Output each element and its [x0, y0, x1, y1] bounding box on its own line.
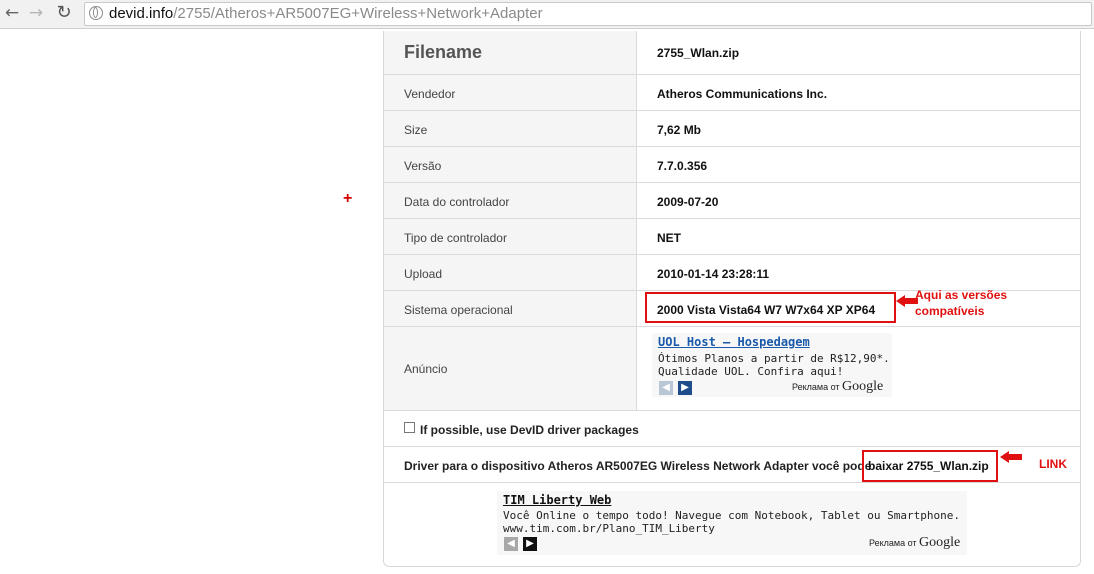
google-logo: Google: [919, 535, 961, 550]
chevron-right-icon[interactable]: ▶: [523, 537, 537, 551]
back-icon[interactable]: ←: [2, 3, 22, 23]
bottom-ad-unit[interactable]: TIM Liberty Web Você Online o tempo todo…: [497, 491, 967, 555]
row-label: Filename: [404, 42, 483, 62]
table-row: Size 7,62 Mb: [384, 111, 1080, 147]
ad-line: Qualidade UOL. Confira aqui!: [658, 365, 844, 378]
forward-icon[interactable]: →: [26, 3, 46, 23]
table-row: Upload 2010-01-14 23:28:11: [384, 255, 1080, 291]
ad-line: Você Online o tempo todo! Navegue com No…: [503, 509, 960, 522]
address-bar[interactable]: devid.info/2755/Atheros+AR5007EG+Wireles…: [84, 2, 1092, 26]
row-value: NET: [657, 231, 681, 245]
row-value: 2010-01-14 23:28:11: [657, 267, 770, 281]
table-row: Versão 7.7.0.356: [384, 147, 1080, 183]
versions-note: Aqui as versões compatíveis: [915, 288, 1008, 318]
google-logo: Google: [842, 379, 884, 394]
ad-title-link[interactable]: UOL Host – Hospedagem: [658, 335, 810, 349]
ad-line: Ótimos Planos a partir de R$12,90*.: [658, 352, 890, 365]
row-label: Sistema operacional: [404, 303, 513, 317]
row-label: Upload: [404, 267, 443, 281]
row-value: 7.7.0.356: [657, 159, 708, 173]
row-label: Size: [404, 123, 428, 137]
ad-title-link[interactable]: TIM Liberty Web: [503, 493, 611, 507]
link-note: LINK: [1039, 457, 1067, 471]
row-label: Data do controlador: [404, 195, 510, 209]
plus-mark: +: [343, 190, 353, 207]
row-label: Tipo de controlador: [404, 231, 507, 245]
table-row: Data do controlador 2009-07-20: [384, 183, 1080, 219]
ad-line: www.tim.com.br/Plano_TIM_Liberty: [503, 522, 715, 535]
row-value: 7,62 Mb: [657, 123, 702, 137]
row-label: Versão: [404, 159, 442, 173]
reload-icon[interactable]: ↻: [54, 3, 74, 23]
ad-row: Anúncio UOL Host – Hospedagem Ótimos Pla…: [384, 327, 1080, 411]
row-value: 2009-07-20: [657, 195, 719, 209]
url-text[interactable]: devid.info/2755/Atheros+AR5007EG+Wireles…: [109, 5, 543, 23]
table-row: Tipo de controlador NET: [384, 219, 1080, 255]
row-label: Anúncio: [404, 362, 448, 376]
table-row: Filename 2755_Wlan.zip: [384, 31, 1080, 75]
highlight-box: [645, 292, 896, 323]
devid-packages-checkbox[interactable]: [404, 422, 415, 433]
chevron-right-icon[interactable]: ▶: [678, 381, 692, 395]
row-label: Vendedor: [404, 87, 456, 101]
table-row: Vendedor Atheros Communications Inc.: [384, 75, 1080, 111]
browser-toolbar: ← → ↻ devid.info/2755/Atheros+AR5007EG+W…: [0, 0, 1094, 29]
row-value: 2755_Wlan.zip: [657, 46, 740, 60]
globe-icon: [89, 6, 103, 20]
download-text: Driver para o dispositivo Atheros AR5007…: [404, 459, 872, 473]
highlight-box: [862, 450, 998, 482]
arrow-left-icon: [1000, 451, 1022, 463]
ad-attribution: Реклама от Google: [792, 379, 884, 394]
row-value: Atheros Communications Inc.: [657, 87, 828, 101]
ad-unit[interactable]: UOL Host – Hospedagem Ótimos Planos a pa…: [652, 333, 892, 397]
checkbox-label[interactable]: If possible, use DevID driver packages: [420, 423, 639, 437]
chevron-left-icon[interactable]: ◀: [659, 381, 673, 395]
chevron-left-icon[interactable]: ◀: [504, 537, 518, 551]
ad-attribution: Реклама от Google: [869, 535, 961, 550]
option-row: If possible, use DevID driver packages: [384, 411, 1080, 447]
